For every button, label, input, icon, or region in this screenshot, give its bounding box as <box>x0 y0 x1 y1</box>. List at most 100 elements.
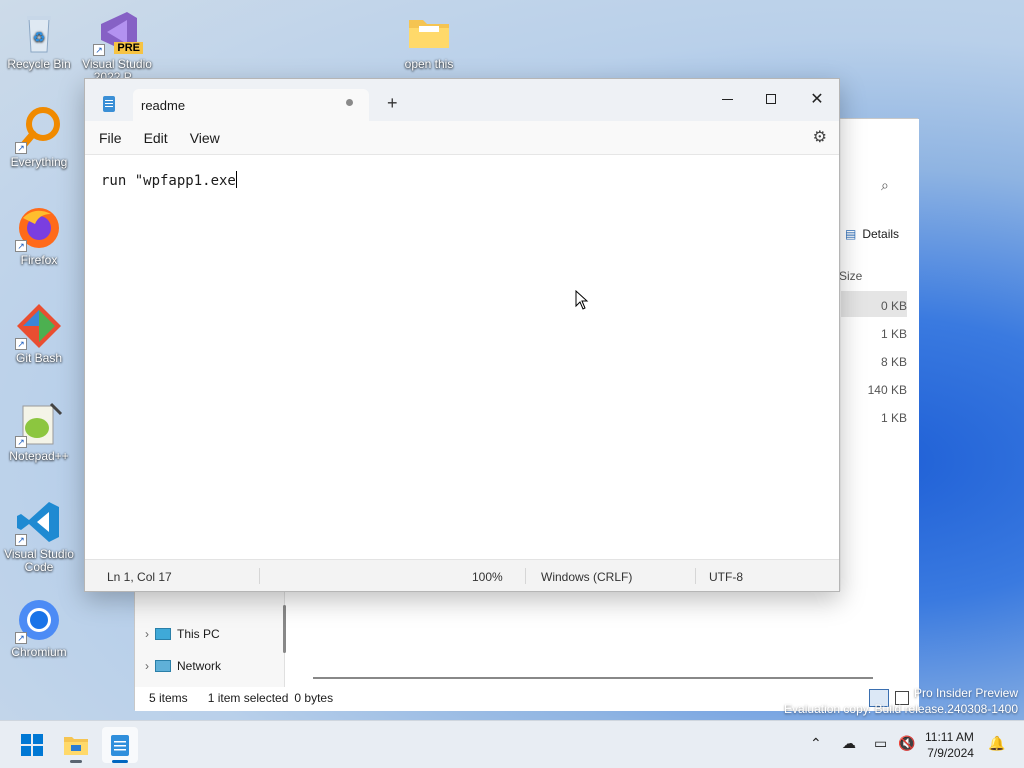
desktop-icon-open-this[interactable]: open this <box>391 8 467 80</box>
desktop-icon-label: Git Bash <box>15 351 63 365</box>
clock-date: 7/9/2024 <box>927 746 974 760</box>
clock[interactable]: 11:11 AM 7/9/2024 <box>925 729 974 761</box>
svg-text:♻: ♻ <box>33 29 46 45</box>
taskbar-file-explorer[interactable] <box>58 727 94 763</box>
unsaved-dot-icon[interactable] <box>346 99 353 106</box>
git-bash-icon: ↗ <box>15 302 63 350</box>
shortcut-arrow-icon: ↗ <box>15 436 27 448</box>
desktop-icon-label: open this <box>404 57 454 71</box>
firefox-icon: ↗ <box>15 204 63 252</box>
volume-muted-icon[interactable]: 🔇 <box>898 735 915 752</box>
status-divider <box>259 568 260 584</box>
status-divider <box>695 568 696 584</box>
folder-icon <box>64 737 88 755</box>
status-divider <box>525 568 526 584</box>
tab-title: readme <box>141 97 186 113</box>
editor-content: run "wpfapp1.exe <box>101 173 236 189</box>
chevron-up-icon[interactable]: ⌃ <box>810 735 822 752</box>
details-icon: ▤ <box>845 227 857 241</box>
network-status-icon[interactable]: ▭ <box>874 735 887 752</box>
desktop-icon-label: Everything <box>10 155 68 169</box>
close-icon: ✕ <box>810 91 824 108</box>
encoding[interactable]: UTF-8 <box>709 570 743 584</box>
file-size: 1 KB <box>880 327 907 341</box>
notepad-plus-plus-icon: ↗ <box>15 400 63 448</box>
watermark-line-1: Pro Insider Preview <box>913 686 1018 700</box>
network-icon <box>155 660 171 672</box>
desktop-icon-firefox[interactable]: ↗ Firefox <box>1 204 77 267</box>
nav-item-label: This PC <box>177 627 220 641</box>
search-icon[interactable]: ⌕ <box>881 177 889 194</box>
menu-file[interactable]: File <box>99 130 122 146</box>
nav-item-network[interactable]: › Network <box>145 659 221 673</box>
desktop-icon-chromium[interactable]: ↗ Chromium <box>1 596 77 659</box>
notification-bell-icon[interactable]: 🔔 <box>988 735 1005 752</box>
windows-logo-icon <box>21 734 43 756</box>
selection-size: 0 bytes <box>294 691 334 705</box>
taskbar: ⌃ ☁ ▭ 🔇 11:11 AM 7/9/2024 🔔 <box>0 720 1024 768</box>
chevron-right-icon[interactable]: › <box>145 627 149 641</box>
notepad-icon <box>111 735 129 756</box>
taskbar-notepad[interactable] <box>102 727 138 763</box>
cloud-off-icon[interactable]: ☁ <box>842 735 856 752</box>
zoom-level[interactable]: 100% <box>472 570 503 584</box>
chevron-right-icon[interactable]: › <box>145 659 149 673</box>
selection-count: 1 item selected <box>207 691 289 705</box>
notepad-window[interactable]: readme + ✕ File Edit View ⚙ run "wpfapp1… <box>84 78 840 592</box>
nav-scrollbar[interactable] <box>283 605 286 653</box>
line-ending[interactable]: Windows (CRLF) <box>541 570 632 584</box>
shortcut-arrow-icon: ↗ <box>15 142 27 154</box>
pre-badge: PRE <box>114 42 143 54</box>
shortcut-arrow-icon: ↗ <box>93 44 105 56</box>
details-button[interactable]: ▤ Details <box>845 227 899 241</box>
shortcut-arrow-icon: ↗ <box>15 240 27 252</box>
desktop-icon-vscode[interactable]: ↗ Visual Studio Code <box>1 498 77 574</box>
explorer-status-bar: 5 items 1 item selected 0 bytes <box>149 691 333 705</box>
details-label: Details <box>862 227 900 241</box>
desktop-icon-everything[interactable]: ↗ Everything <box>1 106 77 169</box>
tab-readme[interactable]: readme <box>133 89 369 121</box>
size-column-header[interactable]: Size <box>839 269 862 283</box>
nav-item-this-pc[interactable]: › This PC <box>145 627 220 641</box>
maximize-button[interactable] <box>751 85 791 113</box>
file-size: 1 KB <box>880 411 907 425</box>
navigation-pane: › This PC › Network <box>135 591 285 687</box>
watermark-line-2: Evaluation copy. Build release.240308-14… <box>784 702 1018 716</box>
title-bar[interactable]: readme + ✕ <box>85 79 839 121</box>
desktop-icon-git-bash[interactable]: ↗ Git Bash <box>1 302 77 365</box>
shortcut-arrow-icon: ↗ <box>15 338 27 350</box>
recycle-bin-icon: ♻ <box>15 8 63 56</box>
shortcut-arrow-icon: ↗ <box>15 632 27 644</box>
folder-icon <box>405 8 453 56</box>
desktop-icon-recycle-bin[interactable]: ♻ Recycle Bin <box>1 8 77 71</box>
shortcut-arrow-icon: ↗ <box>15 534 27 546</box>
minimize-icon <box>721 98 733 100</box>
settings-gear-icon[interactable]: ⚙ <box>813 127 827 147</box>
desktop-icon-label: Firefox <box>20 253 58 267</box>
item-count: 5 items <box>149 691 188 705</box>
mouse-pointer-icon <box>575 289 589 313</box>
running-indicator <box>70 760 82 763</box>
menu-edit[interactable]: Edit <box>144 130 168 146</box>
desktop-icon-label: Visual Studio Code <box>4 547 74 574</box>
clock-time: 11:11 AM <box>925 730 974 744</box>
desktop-icon-visual-studio[interactable]: PRE ↗ Visual Studio 2022 P... <box>79 8 155 80</box>
horizontal-scrollbar[interactable] <box>313 677 873 679</box>
start-button[interactable] <box>14 727 50 763</box>
minimize-button[interactable] <box>707 85 747 113</box>
text-caret <box>235 171 237 188</box>
text-editor[interactable]: run "wpfapp1.exe <box>85 156 839 558</box>
maximize-icon <box>766 94 776 104</box>
cursor-position: Ln 1, Col 17 <box>107 570 172 584</box>
visual-studio-icon: PRE ↗ <box>93 8 143 56</box>
menu-bar: File Edit View <box>85 121 839 155</box>
desktop-icon-label: Recycle Bin <box>7 57 71 71</box>
desktop-icon-notepad-plus-plus[interactable]: ↗ Notepad++ <box>1 400 77 463</box>
menu-view[interactable]: View <box>190 130 220 146</box>
new-tab-plus-icon[interactable]: + <box>387 93 398 114</box>
active-indicator <box>112 760 128 763</box>
close-button[interactable]: ✕ <box>797 85 837 113</box>
vscode-icon: ↗ <box>15 498 63 546</box>
details-pane: ⌕ ▤ Details Size 0 KB 1 KB 8 KB 140 KB 1… <box>839 119 919 591</box>
file-size: 140 KB <box>867 383 907 397</box>
